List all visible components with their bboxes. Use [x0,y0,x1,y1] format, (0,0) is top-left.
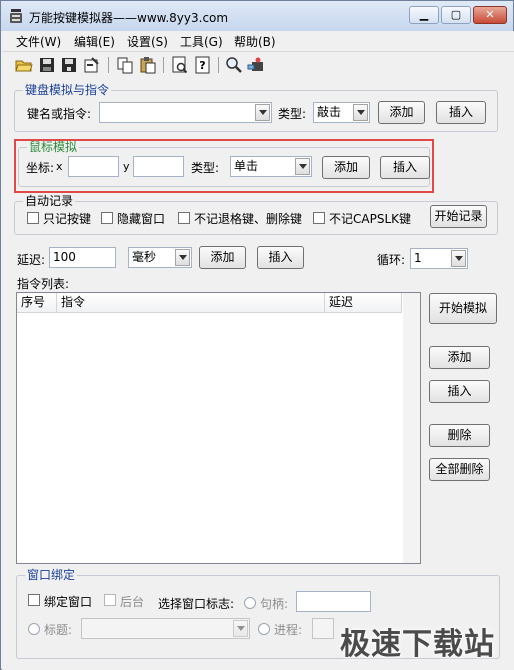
copy-icon[interactable] [116,56,134,74]
maximize-icon: ▢ [450,8,462,21]
title-label: 标题: [44,623,73,637]
properties-icon[interactable] [83,56,101,74]
skip-capslock-checkbox[interactable] [313,212,325,224]
column-header-index[interactable]: 序号 [17,293,57,312]
command-list-header: 序号 指令 延迟 [17,293,402,313]
auto-record-legend: 自动记录 [23,194,76,208]
delay-input[interactable]: 100 [49,247,116,268]
menu-tools[interactable]: 工具(G) [180,33,223,50]
start-record-button[interactable]: 开始记录 [430,205,487,228]
list-delete-all-button[interactable]: 全部删除 [429,458,490,481]
title-bar[interactable]: 万能按键模拟器——www.8yy3.com ▁ ▢ ✕ [1,1,513,31]
chevron-down-icon[interactable] [255,104,270,121]
chevron-down-icon[interactable] [175,249,190,266]
minimize-button[interactable]: ▁ [409,6,439,24]
background-checkbox[interactable] [104,594,116,606]
loop-select[interactable]: 1 [410,248,468,269]
loop-value: 1 [414,251,422,265]
column-header-command[interactable]: 指令 [57,293,325,312]
toolbar-separator [218,57,219,73]
bind-window-label: 绑定窗口 [44,595,93,609]
save-as-icon[interactable] [60,56,78,74]
list-delete-button[interactable]: 删除 [429,424,490,447]
menu-settings[interactable]: 设置(S) [127,33,168,50]
maximize-button[interactable]: ▢ [441,6,471,24]
hide-window-checkbox[interactable] [101,212,113,224]
menu-bar: 文件(W) 编辑(E) 设置(S) 工具(G) 帮助(B) [2,31,514,51]
handle-input[interactable] [296,591,371,612]
list-scrollbar[interactable] [403,293,420,563]
site-watermark: 极速下载站 [340,627,495,662]
column-header-delay[interactable]: 延迟 [325,293,402,312]
client-area: 键盘模拟与指令 键名或指令: 类型: 敲击 添加 插入 鼠标模拟 坐标: x y… [2,78,514,670]
menu-edit[interactable]: 编辑(E) [74,33,115,50]
toolbar-separator [108,57,109,73]
key-type-value: 敲击 [317,105,342,119]
search-icon[interactable] [225,56,243,74]
command-list-label: 指令列表: [17,277,70,291]
minimize-icon: ▁ [419,8,429,21]
window-bind-legend: 窗口绑定 [25,568,78,582]
process-radio[interactable] [258,623,270,635]
start-simulation-button[interactable]: 开始模拟 [429,293,497,324]
chevron-down-icon[interactable] [233,620,248,637]
delay-label: 延迟: [17,253,46,267]
key-name-combobox[interactable] [99,102,272,123]
toolbar-separator [163,57,164,73]
key-type-label: 类型: [278,107,307,121]
key-name-label: 键名或指令: [27,107,92,121]
delay-add-button[interactable]: 添加 [199,246,246,269]
key-add-button[interactable]: 添加 [378,101,425,124]
command-list[interactable]: 序号 指令 延迟 [16,292,421,564]
title-select[interactable] [81,618,250,639]
svg-text:?: ? [199,59,205,72]
handle-label: 句柄: [260,597,289,611]
toolbar: ? [2,51,514,78]
skip-backspace-checkbox[interactable] [178,212,190,224]
background-label: 后台 [120,595,145,609]
title-radio[interactable] [28,623,40,635]
delay-unit-value: 毫秒 [132,250,157,264]
handle-radio[interactable] [244,597,256,609]
process-select[interactable] [312,618,334,639]
skip-backspace-label: 不记退格键、删除键 [194,212,303,226]
app-icon [10,9,22,23]
delay-unit-select[interactable]: 毫秒 [128,247,192,268]
preview-icon[interactable] [171,56,189,74]
key-insert-button[interactable]: 插入 [436,101,486,124]
app-window: 万能按键模拟器——www.8yy3.com ▁ ▢ ✕ 文件(W) 编辑(E) … [0,0,514,670]
list-insert-button[interactable]: 插入 [429,380,490,403]
menu-help[interactable]: 帮助(B) [234,33,276,50]
save-icon[interactable] [38,56,56,74]
process-label: 进程: [274,623,303,637]
keyboard-group-legend: 键盘模拟与指令 [23,83,112,97]
key-type-select[interactable]: 敲击 [313,102,370,123]
bind-window-checkbox[interactable] [28,594,40,606]
list-add-button[interactable]: 添加 [429,346,490,369]
paste-icon[interactable] [139,56,157,74]
skip-capslock-label: 不记CAPSLK键 [329,212,411,226]
hide-window-label: 隐藏窗口 [117,212,166,226]
loop-label: 循环: [377,253,406,267]
only-keys-label: 只记按键 [43,212,92,226]
delay-insert-button[interactable]: 插入 [257,246,304,269]
run-icon[interactable] [247,56,265,74]
open-folder-icon[interactable] [15,56,33,74]
close-button[interactable]: ✕ [473,6,507,24]
select-flag-label: 选择窗口标志: [158,597,235,611]
highlight-box [14,139,434,193]
help-icon[interactable]: ? [194,56,212,74]
menu-file[interactable]: 文件(W) [16,33,61,50]
only-keys-checkbox[interactable] [27,212,39,224]
chevron-down-icon[interactable] [353,104,368,121]
chevron-down-icon[interactable] [451,250,466,267]
close-icon: ✕ [485,8,495,21]
window-title: 万能按键模拟器——www.8yy3.com [29,11,229,25]
